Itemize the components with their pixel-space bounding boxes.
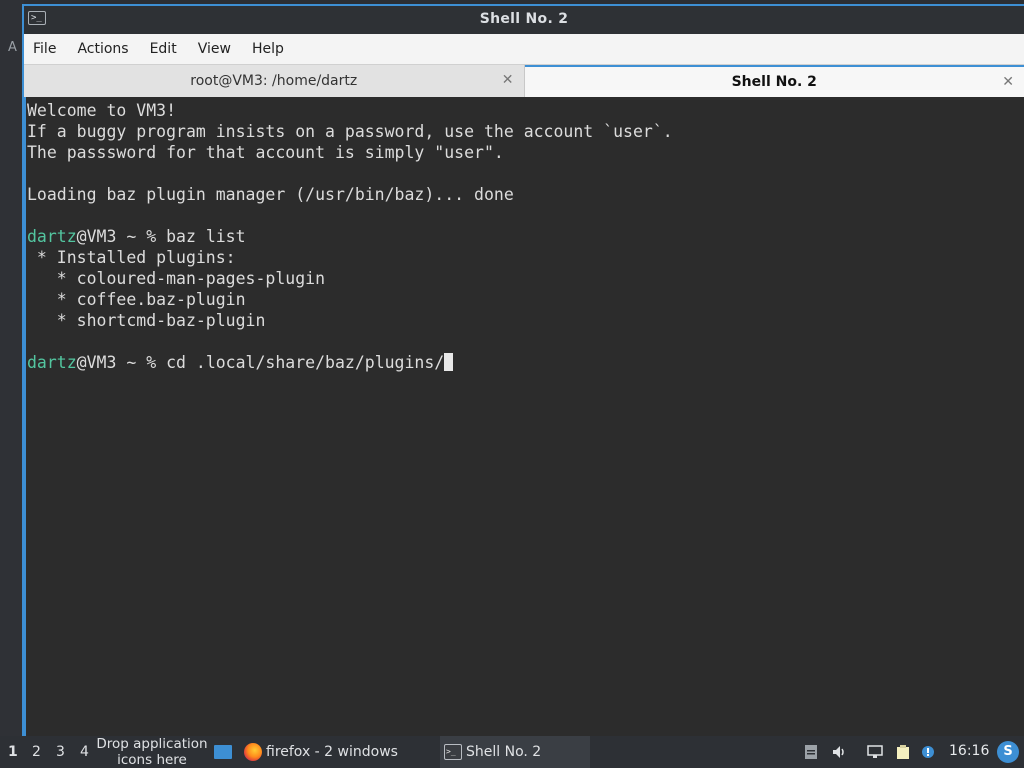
workspace-1[interactable]: 1	[8, 744, 18, 760]
notification-icon[interactable]	[920, 744, 936, 760]
launcher-drop-zone[interactable]: Drop application icons here	[92, 736, 212, 768]
prompt-line: dartz@VM3 ~ % baz list	[27, 226, 1024, 247]
workspace-3[interactable]: 3	[56, 744, 65, 760]
window-title: Shell No. 2	[479, 11, 569, 27]
show-desktop-icon[interactable]	[214, 745, 232, 759]
terminal-window: >_ Shell No. 2 File Actions Edit View He…	[22, 4, 1024, 736]
terminal-line: If a buggy program insists on a password…	[27, 122, 673, 141]
workspace-2[interactable]: 2	[32, 744, 41, 760]
terminal-line: * coloured-man-pages-plugin	[27, 269, 326, 288]
firefox-icon	[244, 743, 262, 761]
menu-view[interactable]: View	[198, 41, 231, 57]
desktop-background-sliver: A	[0, 0, 24, 736]
task-label: Shell No. 2	[466, 744, 542, 760]
desktop-glyph: A	[8, 40, 17, 55]
terminal-line: The passsword for that account is simply…	[27, 143, 504, 162]
task-label: firefox - 2 windows	[266, 744, 398, 760]
taskbar: 1 2 3 4 Drop application icons here fire…	[0, 736, 1024, 768]
volume-icon[interactable]	[831, 744, 847, 760]
menu-actions[interactable]: Actions	[77, 41, 128, 57]
task-shell[interactable]: >_ Shell No. 2	[440, 736, 590, 768]
drop-text-line2: icons here	[117, 752, 187, 768]
close-icon[interactable]: ✕	[1002, 74, 1014, 90]
command-text: baz list	[166, 227, 246, 246]
workspace-4[interactable]: 4	[80, 744, 89, 760]
prompt-line-active: dartz@VM3 ~ % cd .local/share/baz/plugin…	[27, 352, 1024, 373]
terminal-icon: >_	[444, 744, 462, 760]
terminal-line: * shortcmd-baz-plugin	[27, 311, 266, 330]
tab-label: Shell No. 2	[731, 74, 817, 90]
clipboard-icon[interactable]	[803, 744, 819, 760]
network-icon[interactable]	[867, 744, 883, 760]
system-menu-icon[interactable]: S	[997, 741, 1019, 763]
terminal-output[interactable]: Welcome to VM3! If a buggy program insis…	[24, 97, 1024, 736]
terminal-line: Loading baz plugin manager (/usr/bin/baz…	[27, 185, 514, 204]
title-bar[interactable]: >_ Shell No. 2	[24, 6, 1024, 34]
prompt-user: dartz	[27, 227, 77, 246]
drop-text-line1: Drop application	[96, 736, 208, 752]
menu-edit[interactable]: Edit	[150, 41, 177, 57]
task-firefox[interactable]: firefox - 2 windows	[244, 736, 398, 768]
terminal-line: * Installed plugins:	[27, 248, 236, 267]
terminal-line: * coffee.baz-plugin	[27, 290, 246, 309]
close-icon[interactable]: ✕	[502, 72, 514, 88]
prompt-user: dartz	[27, 353, 77, 372]
tab-root-home[interactable]: root@VM3: /home/dartz ✕	[24, 65, 525, 97]
clock[interactable]: 16:16	[949, 743, 989, 759]
tab-shell-2[interactable]: Shell No. 2 ✕	[524, 65, 1024, 97]
menu-help[interactable]: Help	[252, 41, 284, 57]
prompt-host: @VM3 ~ %	[76, 353, 167, 372]
command-input[interactable]: cd .local/share/baz/plugins/	[166, 353, 444, 372]
menu-bar: File Actions Edit View Help	[24, 34, 1024, 65]
terminal-line: Welcome to VM3!	[27, 101, 177, 120]
prompt-host: @VM3 ~ %	[76, 227, 167, 246]
tab-label: root@VM3: /home/dartz	[190, 73, 358, 89]
tab-bar: root@VM3: /home/dartz ✕ Shell No. 2 ✕	[24, 65, 1024, 97]
notes-icon[interactable]	[895, 744, 911, 760]
menu-file[interactable]: File	[33, 41, 56, 57]
text-cursor	[444, 353, 454, 371]
